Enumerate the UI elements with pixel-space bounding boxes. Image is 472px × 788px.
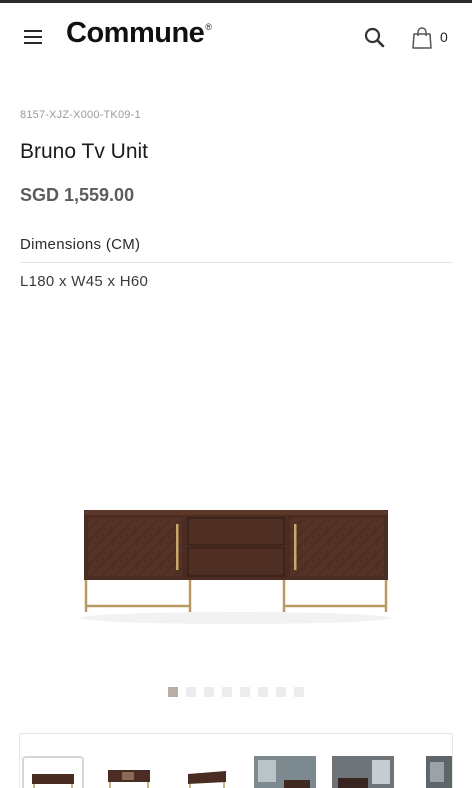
thumbnail-room-scene-2[interactable]	[332, 756, 394, 788]
registered-mark: ®	[205, 22, 212, 32]
brand-name: Commune	[66, 17, 205, 49]
thumbnail-room-scene-3[interactable]	[426, 756, 452, 788]
product-price: SGD 1,559.00	[20, 185, 135, 205]
gallery-dot[interactable]	[204, 687, 214, 697]
gallery-dot[interactable]	[240, 687, 250, 697]
thumbnail-tv-unit-angle[interactable]	[178, 756, 240, 788]
shopping-bag-icon[interactable]	[410, 25, 434, 51]
gallery-dot[interactable]	[276, 687, 286, 697]
product-title: Bruno Tv Unit	[20, 140, 148, 163]
product-image[interactable]	[70, 500, 400, 630]
gallery-dot[interactable]	[294, 687, 304, 697]
search-icon[interactable]	[362, 25, 388, 51]
dimensions-value: L180 x W45 x H60	[20, 273, 149, 290]
gallery-dot[interactable]	[258, 687, 268, 697]
gallery-dot[interactable]	[186, 687, 196, 697]
thumbnail-tv-unit-front[interactable]	[22, 756, 84, 788]
gallery-dot[interactable]	[222, 687, 232, 697]
product-sku: 8157-XJZ-X000-TK09-1	[20, 109, 141, 121]
menu-icon[interactable]	[22, 25, 46, 47]
thumbnail-tv-unit-open[interactable]	[100, 756, 162, 788]
thumbnail-room-scene-1[interactable]	[254, 756, 316, 788]
brand-logo[interactable]: Commune®	[66, 17, 212, 50]
site-header: Commune® 0	[0, 3, 472, 69]
gallery-dot[interactable]	[168, 687, 178, 697]
dimensions-label: Dimensions (CM)	[20, 236, 141, 253]
thumbnail-strip	[19, 733, 453, 788]
gallery-pagination	[168, 687, 304, 697]
divider	[20, 262, 453, 263]
cart-count[interactable]: 0	[440, 29, 448, 45]
